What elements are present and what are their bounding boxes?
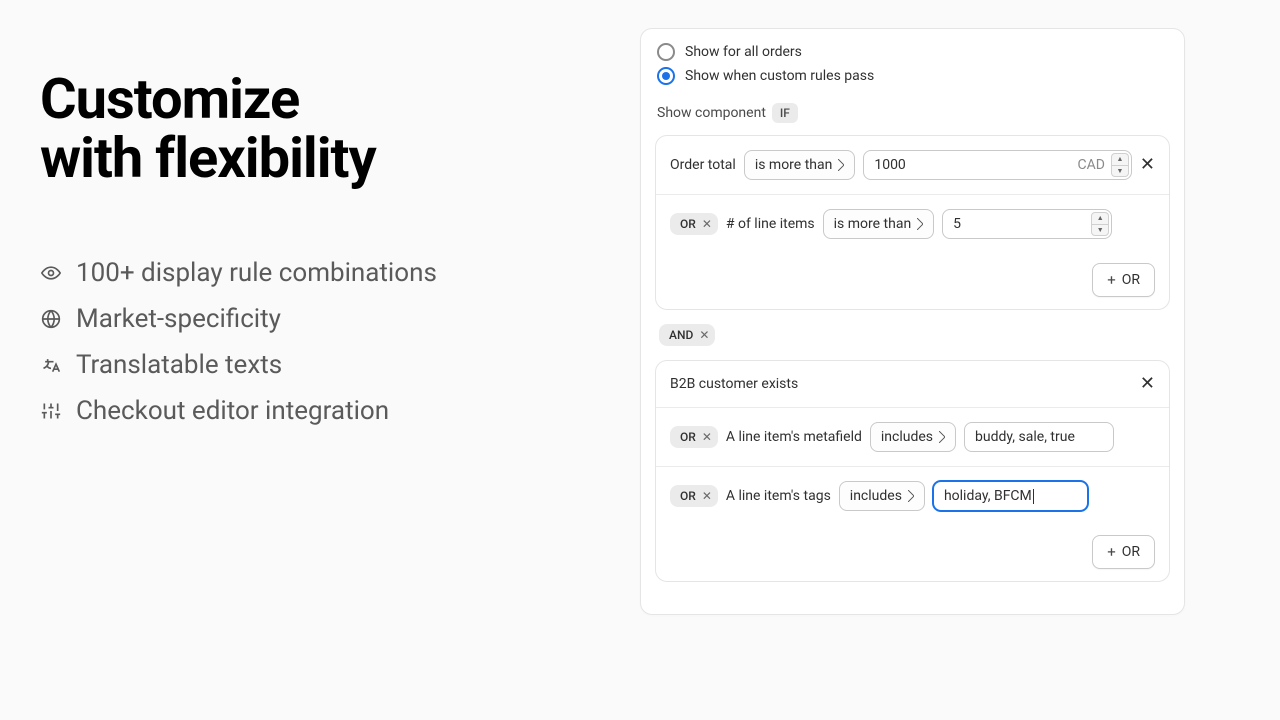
number-stepper[interactable]: ▲▼	[1111, 153, 1129, 177]
group-footer: + OR	[656, 525, 1169, 581]
number-input[interactable]: 5 ▲▼	[942, 209, 1112, 239]
currency-suffix: CAD	[1067, 157, 1104, 173]
eye-icon	[40, 262, 62, 284]
or-button-label: OR	[1122, 544, 1140, 560]
group-footer: + OR	[656, 253, 1169, 309]
rules-panel-container: Show for all orders Show when custom rul…	[560, 0, 1280, 720]
plus-icon: +	[1107, 543, 1116, 561]
rule-field-label: A line item's tags	[726, 488, 831, 504]
rule-line-items: OR ✕ # of line items is more than 5 ▲▼	[656, 195, 1169, 253]
radio-icon	[657, 67, 675, 85]
feature-item: Translatable texts	[40, 350, 520, 380]
page-heading: Customize with flexibility	[40, 70, 520, 188]
feature-item: Checkout editor integration	[40, 396, 520, 426]
rule-field-label: Order total	[670, 157, 736, 173]
feature-text: Translatable texts	[76, 350, 282, 380]
amount-input[interactable]: 1000 CAD ▲▼	[863, 150, 1132, 180]
rule-b2b-exists: B2B customer exists ✕	[656, 361, 1169, 408]
and-chip[interactable]: AND ✕	[659, 324, 715, 346]
marketing-copy: Customize with flexibility 100+ display …	[0, 0, 560, 720]
plus-icon: +	[1107, 271, 1116, 289]
heading-line-2: with flexibility	[40, 125, 376, 191]
operator-select[interactable]: is more than	[823, 209, 935, 239]
if-badge: IF	[772, 103, 798, 123]
radio-show-custom[interactable]: Show when custom rules pass	[657, 67, 1170, 85]
translate-icon	[40, 354, 62, 376]
radio-label: Show when custom rules pass	[685, 68, 874, 84]
rule-field-label: A line item's metafield	[726, 429, 862, 445]
or-chip[interactable]: OR ✕	[670, 213, 718, 235]
operator-select[interactable]: includes	[839, 481, 925, 511]
feature-text: Checkout editor integration	[76, 396, 389, 426]
close-icon[interactable]: ✕	[699, 329, 709, 341]
operator-select[interactable]: includes	[870, 422, 956, 452]
rule-field-label: B2B customer exists	[670, 376, 798, 392]
show-component-text: Show component	[657, 105, 766, 121]
add-or-button[interactable]: + OR	[1092, 263, 1155, 297]
radio-icon	[657, 43, 675, 61]
rule-metafield: OR ✕ A line item's metafield includes bu…	[656, 408, 1169, 467]
rules-card: Show for all orders Show when custom rul…	[640, 28, 1185, 615]
operator-select[interactable]: is more than	[744, 150, 856, 180]
feature-list: 100+ display rule combinations Market-sp…	[40, 258, 520, 426]
feature-text: Market-specificity	[76, 304, 281, 334]
feature-item: 100+ display rule combinations	[40, 258, 520, 288]
tags-input[interactable]: buddy, sale, true	[964, 422, 1114, 452]
sliders-icon	[40, 400, 62, 422]
show-component-label: Show component IF	[657, 103, 1170, 123]
rule-field-label: # of line items	[726, 216, 815, 232]
rule-tags: OR ✕ A line item's tags includes holiday…	[656, 467, 1169, 525]
add-or-button[interactable]: + OR	[1092, 535, 1155, 569]
close-icon[interactable]: ✕	[702, 490, 712, 502]
rule-order-total: Order total is more than 1000 CAD ▲▼ ✕	[656, 136, 1169, 195]
feature-item: Market-specificity	[40, 304, 520, 334]
and-connector: AND ✕	[659, 324, 1170, 346]
remove-rule-button[interactable]: ✕	[1140, 375, 1155, 393]
rule-group-1: Order total is more than 1000 CAD ▲▼ ✕ O…	[655, 135, 1170, 310]
or-chip[interactable]: OR ✕	[670, 485, 718, 507]
text-cursor	[1033, 489, 1034, 504]
feature-text: 100+ display rule combinations	[76, 258, 437, 288]
radio-label: Show for all orders	[685, 44, 802, 60]
rule-group-2: B2B customer exists ✕ OR ✕ A line item's…	[655, 360, 1170, 582]
visibility-radio-group: Show for all orders Show when custom rul…	[655, 43, 1170, 85]
close-icon[interactable]: ✕	[702, 431, 712, 443]
or-button-label: OR	[1122, 272, 1140, 288]
globe-icon	[40, 308, 62, 330]
radio-show-all[interactable]: Show for all orders	[657, 43, 1170, 61]
or-chip[interactable]: OR ✕	[670, 426, 718, 448]
remove-rule-button[interactable]: ✕	[1140, 156, 1155, 174]
tags-input-focused[interactable]: holiday, BFCM	[933, 481, 1088, 511]
heading-line-1: Customize	[40, 66, 299, 132]
number-stepper[interactable]: ▲▼	[1091, 212, 1109, 236]
close-icon[interactable]: ✕	[702, 218, 712, 230]
